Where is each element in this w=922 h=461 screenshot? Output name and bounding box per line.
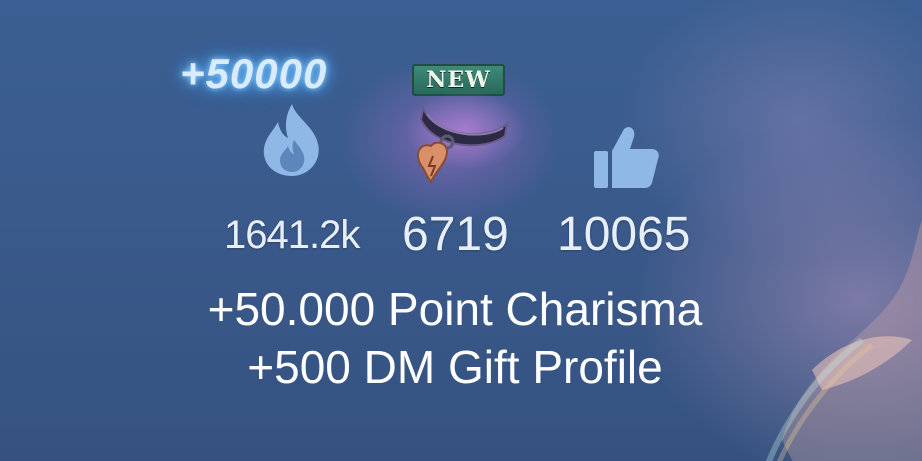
caption-dm-gift: +500 DM Gift Profile	[247, 341, 663, 393]
gift-count: 6719	[402, 208, 509, 261]
charisma-value: 1641.2k	[224, 213, 360, 257]
like-count: 10065	[557, 208, 691, 261]
decorative-sculpture	[765, 219, 922, 461]
charisma-reward-popup: +50000	[180, 50, 328, 97]
thumbs-up-icon	[594, 127, 659, 188]
flame-icon	[263, 104, 319, 176]
heart-lock-collar-icon	[405, 90, 525, 185]
caption-charisma-points: +50.000 Point Charisma	[207, 283, 703, 335]
profile-stats-panel: +50000 NEW 1641.2k 6719 10065 +50.000 Po…	[0, 0, 922, 461]
